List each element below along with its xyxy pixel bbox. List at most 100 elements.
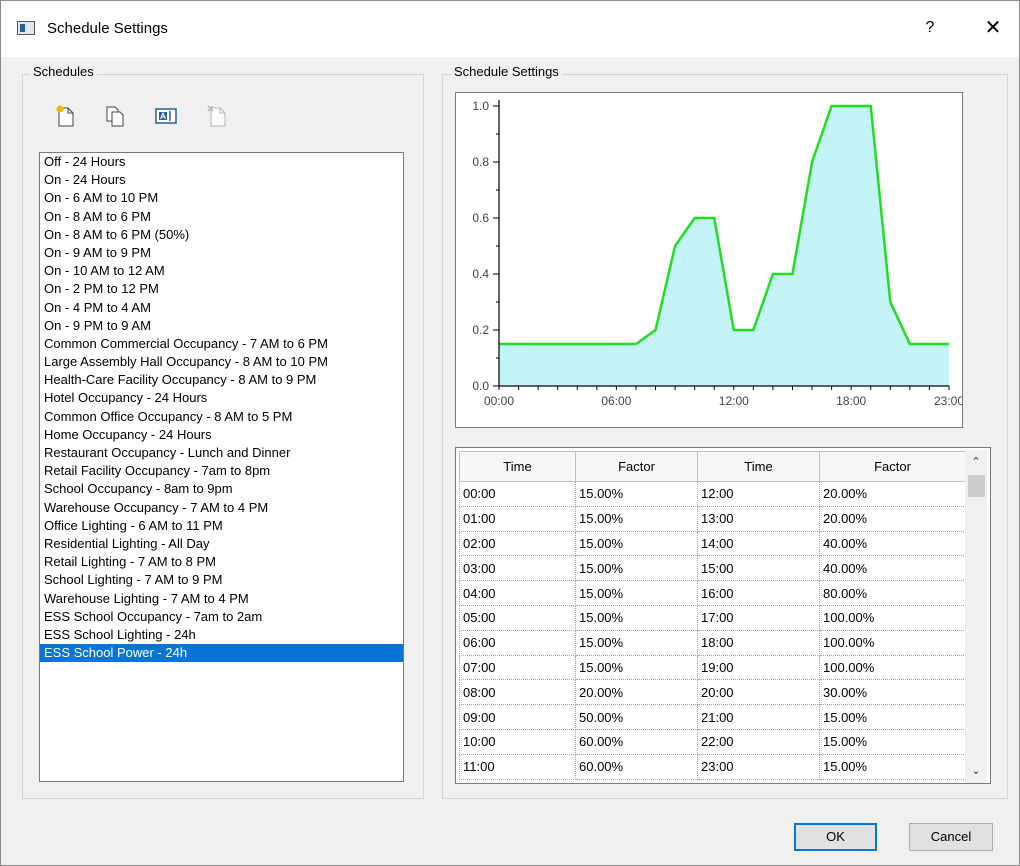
duplicate-schedule-button[interactable]	[103, 104, 127, 128]
column-header-factor[interactable]: Factor	[819, 451, 966, 482]
list-item[interactable]: Warehouse Occupancy - 7 AM to 4 PM	[40, 499, 403, 517]
schedule-settings-group-label: Schedule Settings	[451, 64, 562, 79]
factor-cell[interactable]: 50.00%	[575, 704, 698, 730]
schedule-chart-svg: 0.0 0.2 0.4 0.6 0.8 1.0 00:00 06:00 12:00 18:00 23…	[472, 99, 964, 408]
x-tick-label: 12:00	[719, 394, 749, 408]
factor-cell[interactable]: 15.00%	[575, 654, 698, 681]
dialog-title: Schedule Settings	[47, 20, 168, 37]
factor-cell[interactable]: 60.00%	[575, 753, 698, 780]
list-item[interactable]: Warehouse Lighting - 7 AM to 4 PM	[40, 590, 403, 608]
factor-cell[interactable]: 40.00%	[819, 530, 966, 557]
list-item[interactable]: On - 9 AM to 9 PM	[40, 244, 403, 262]
delete-schedule-icon	[207, 105, 226, 127]
table-row: 05:00 15.00% 17:00 100.00%	[459, 604, 966, 631]
time-cell: 01:00	[459, 505, 576, 532]
factor-cell[interactable]: 15.00%	[819, 728, 966, 755]
factor-cell[interactable]: 60.00%	[575, 728, 698, 755]
table-row: 03:00 15.00% 15:00 40.00%	[459, 555, 966, 582]
factor-cell[interactable]: 100.00%	[819, 654, 966, 681]
table-row: 02:00 15.00% 14:00 40.00%	[459, 530, 966, 557]
ok-button[interactable]: OK	[794, 823, 877, 851]
new-schedule-button[interactable]	[54, 104, 78, 128]
delete-schedule-button[interactable]	[205, 104, 229, 128]
list-item[interactable]: Retail Facility Occupancy - 7am to 8pm	[40, 462, 403, 480]
list-item[interactable]: Residential Lighting - All Day	[40, 535, 403, 553]
list-item[interactable]: Restaurant Occupancy - Lunch and Dinner	[40, 444, 403, 462]
help-button[interactable]: ?	[917, 15, 943, 41]
list-item[interactable]: ESS School Lighting - 24h	[40, 626, 403, 644]
time-cell: 19:00	[697, 654, 820, 681]
factor-cell[interactable]: 20.00%	[575, 679, 698, 706]
table-row: 11:00 60.00% 23:00 15.00%	[459, 753, 966, 780]
schedule-listbox[interactable]: Off - 24 Hours On - 24 Hours On - 6 AM to …	[39, 152, 404, 782]
list-item[interactable]: ESS School Power - 24h	[40, 644, 403, 663]
x-tick-label: 00:00	[484, 394, 514, 408]
time-cell: 18:00	[697, 629, 820, 656]
factor-cell[interactable]: 80.00%	[819, 580, 966, 606]
y-tick-label: 0.6	[472, 211, 489, 225]
table-row: 04:00 15.00% 16:00 80.00%	[459, 580, 966, 606]
schedules-group-label: Schedules	[30, 64, 97, 79]
factor-cell[interactable]: 20.00%	[819, 481, 966, 507]
title-bar: Schedule Settings ? ✕	[1, 1, 1019, 57]
table-row: 00:00 15.00% 12:00 20.00%	[459, 481, 966, 507]
factor-cell[interactable]: 15.00%	[575, 481, 698, 507]
factor-cell[interactable]: 15.00%	[575, 555, 698, 582]
list-item[interactable]: Common Commercial Occupancy - 7 AM to 6 …	[40, 335, 403, 353]
list-item[interactable]: On - 8 AM to 6 PM	[40, 208, 403, 226]
list-item[interactable]: Off - 24 Hours	[40, 153, 403, 171]
table-row: 08:00 20.00% 20:00 30.00%	[459, 679, 966, 706]
rename-schedule-button[interactable]	[154, 104, 178, 128]
factor-cell[interactable]: 20.00%	[819, 505, 966, 532]
factor-cell[interactable]: 15.00%	[575, 580, 698, 606]
list-item[interactable]: On - 9 PM to 9 AM	[40, 317, 403, 335]
list-item[interactable]: On - 10 AM to 12 AM	[40, 262, 403, 280]
list-item[interactable]: Large Assembly Hall Occupancy - 8 AM to …	[40, 353, 403, 371]
factor-cell[interactable]: 15.00%	[819, 704, 966, 730]
close-button[interactable]: ✕	[978, 15, 1008, 41]
factor-cell[interactable]: 100.00%	[819, 604, 966, 631]
column-header-time[interactable]: Time	[459, 451, 576, 482]
scroll-up-icon[interactable]: ⌃	[965, 450, 987, 474]
list-item[interactable]: On - 8 AM to 6 PM (50%)	[40, 226, 403, 244]
factor-cell[interactable]: 40.00%	[819, 555, 966, 582]
factor-cell[interactable]: 15.00%	[819, 753, 966, 780]
table-scrollbar[interactable]: ⌃ ⌄	[965, 450, 987, 783]
factor-cell[interactable]: 15.00%	[575, 629, 698, 656]
app-icon	[17, 21, 35, 35]
time-cell: 08:00	[459, 679, 576, 706]
table-row: 07:00 15.00% 19:00 100.00%	[459, 654, 966, 681]
list-item[interactable]: School Lighting - 7 AM to 9 PM	[40, 571, 403, 589]
time-cell: 10:00	[459, 728, 576, 755]
list-item[interactable]: ESS School Occupancy - 7am to 2am	[40, 608, 403, 626]
time-cell: 09:00	[459, 704, 576, 730]
list-item[interactable]: School Occupancy - 8am to 9pm	[40, 480, 403, 498]
factor-cell[interactable]: 100.00%	[819, 629, 966, 656]
factor-cell[interactable]: 30.00%	[819, 679, 966, 706]
column-header-factor[interactable]: Factor	[575, 451, 698, 482]
y-tick-label: 0.8	[472, 155, 489, 169]
list-item[interactable]: Hotel Occupancy - 24 Hours	[40, 389, 403, 407]
time-cell: 15:00	[697, 555, 820, 582]
y-tick-label: 0.0	[472, 379, 489, 393]
list-item[interactable]: On - 4 PM to 4 AM	[40, 299, 403, 317]
scroll-thumb[interactable]	[968, 475, 985, 497]
list-item[interactable]: Health-Care Facility Occupancy - 8 AM to…	[40, 371, 403, 389]
time-cell: 02:00	[459, 530, 576, 557]
cancel-button[interactable]: Cancel	[909, 823, 993, 851]
list-item[interactable]: Office Lighting - 6 AM to 11 PM	[40, 517, 403, 535]
column-header-time[interactable]: Time	[697, 451, 820, 482]
factor-cell[interactable]: 15.00%	[575, 505, 698, 532]
factor-cell[interactable]: 15.00%	[575, 530, 698, 557]
list-item[interactable]: Common Office Occupancy - 8 AM to 5 PM	[40, 408, 403, 426]
factor-cell[interactable]: 15.00%	[575, 604, 698, 631]
list-item[interactable]: On - 2 PM to 12 PM	[40, 280, 403, 298]
list-item[interactable]: Home Occupancy - 24 Hours	[40, 426, 403, 444]
list-item[interactable]: On - 24 Hours	[40, 171, 403, 189]
schedule-settings-dialog: Schedule Settings ? ✕ Schedules Off - 24…	[0, 0, 1020, 866]
time-cell: 03:00	[459, 555, 576, 582]
time-cell: 07:00	[459, 654, 576, 681]
list-item[interactable]: Retail Lighting - 7 AM to 8 PM	[40, 553, 403, 571]
list-item[interactable]: On - 6 AM to 10 PM	[40, 189, 403, 207]
scroll-down-icon[interactable]: ⌄	[965, 759, 987, 783]
